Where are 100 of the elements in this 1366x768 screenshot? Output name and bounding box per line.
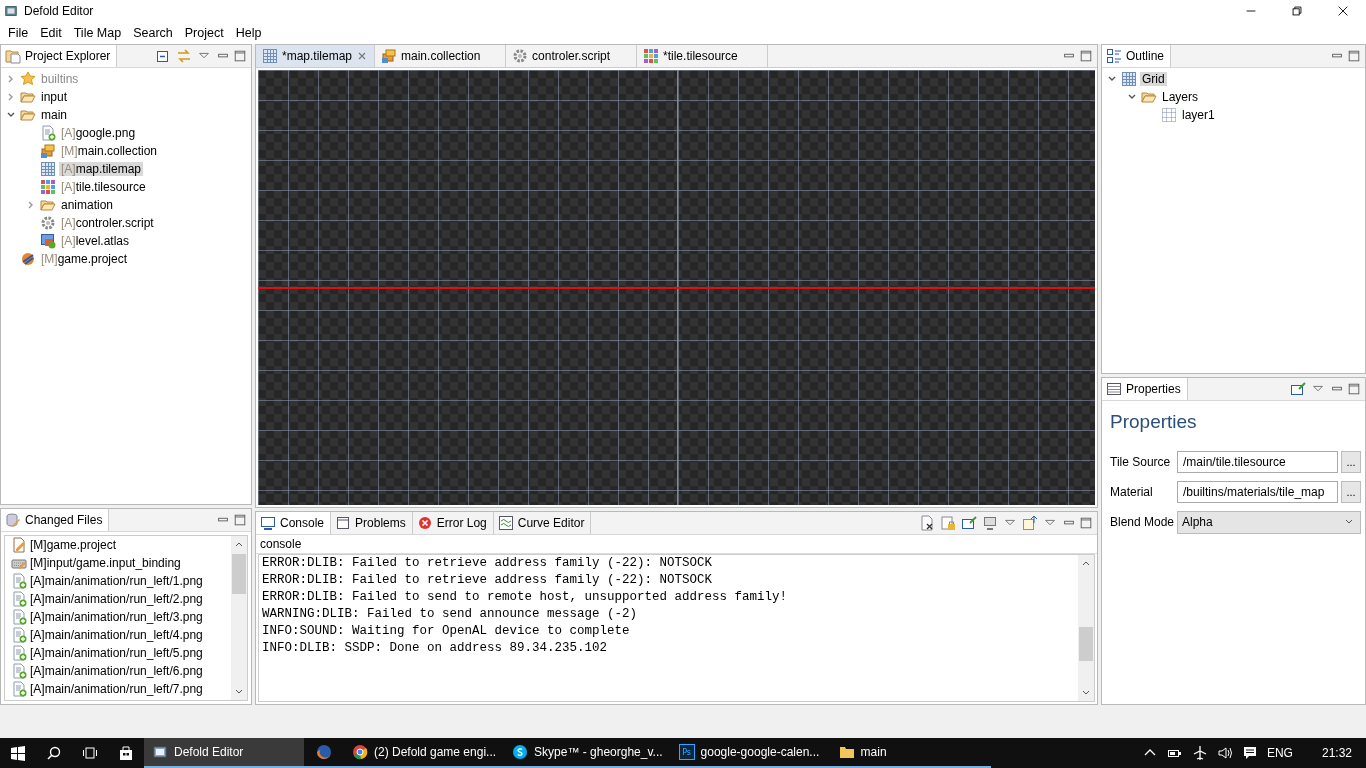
grid-icon — [1121, 71, 1137, 87]
gear-icon — [512, 48, 529, 64]
menu-item[interactable]: Project — [178, 26, 230, 40]
project-icon — [20, 251, 36, 267]
panel-tab[interactable]: Console — [256, 512, 332, 534]
tree-item[interactable]: [M]game.project — [39, 252, 130, 266]
field-label: Tile Source — [1110, 455, 1172, 469]
taskbar-app[interactable]: main — [830, 738, 991, 768]
file-icon — [11, 573, 27, 589]
file-icon — [11, 609, 27, 625]
tree-item[interactable]: [A]google.png — [59, 126, 138, 140]
language-indicator[interactable]: ENG — [1266, 746, 1293, 760]
tree-item[interactable]: [A]map.tilemap — [59, 162, 144, 176]
app-badge-icon: Ps — [678, 744, 695, 760]
changed-file[interactable]: [M]game.project — [30, 538, 117, 552]
panel-tab[interactable]: Properties — [1102, 378, 1188, 400]
tree-item[interactable]: [M]main.collection — [59, 144, 160, 158]
taskbar-app[interactable]: Skype™ - gheorghe_v... — [504, 738, 671, 768]
menu-item[interactable]: File — [2, 26, 35, 40]
scrollbar[interactable] — [1078, 555, 1094, 701]
windows-start-icon — [10, 745, 26, 761]
tree-item[interactable]: Layers — [1160, 90, 1201, 104]
tilemap-canvas[interactable] — [258, 70, 1095, 505]
restore-icon — [1290, 4, 1304, 18]
tree-item[interactable]: [A]level.atlas — [59, 234, 132, 248]
editor-tab[interactable]: *tile.tilesource — [637, 45, 769, 67]
taskbar-app[interactable]: (2) Defold game engi... — [344, 738, 505, 768]
clock[interactable]: 21:32 — [1321, 746, 1352, 760]
tree-item[interactable]: input — [39, 90, 70, 104]
taskbar-app[interactable]: Ps google-google-calen... — [670, 738, 831, 768]
tiles-icon — [40, 179, 56, 195]
pin-icon — [961, 515, 977, 531]
changed-file[interactable]: [A]main/animation/run_left/7.png — [30, 682, 203, 696]
field-label: Material — [1110, 485, 1154, 499]
error-icon — [416, 515, 433, 531]
scroll-thumb[interactable] — [232, 554, 246, 594]
monitor-icon — [260, 515, 276, 531]
panel-tab[interactable]: Changed Files — [1, 509, 110, 531]
edited-file-icon — [11, 537, 27, 553]
star-package-icon — [20, 71, 36, 87]
collapse-all-icon — [155, 48, 171, 64]
store-bag-icon — [118, 745, 134, 761]
console-line: ERROR:DLIB: Failed to retrieve address family (-22): NOTSOCK — [262, 573, 714, 589]
editor-tab[interactable]: controler.script — [506, 45, 638, 67]
grid-icon — [40, 161, 56, 177]
menu-item[interactable]: Edit — [34, 26, 68, 40]
notification-icon — [1241, 745, 1258, 761]
path-field[interactable]: /main/tile.tilesource — [1177, 451, 1338, 473]
changed-file[interactable]: [M]input/game.input_binding — [30, 556, 181, 570]
folder-icon — [838, 744, 855, 760]
editor-tab[interactable]: main.collection — [375, 45, 507, 67]
taskbar-app[interactable]: Defold Editor — [144, 738, 304, 768]
file-icon — [11, 645, 27, 661]
folder-icon — [1141, 89, 1157, 105]
tree-item[interactable]: [A]tile.tilesource — [59, 180, 148, 194]
changed-file[interactable]: [A]main/animation/run_left/3.png — [30, 610, 203, 624]
display-icon — [982, 515, 998, 531]
changed-file[interactable]: [A]main/animation/run_left/2.png — [30, 592, 203, 606]
browse-button[interactable]: ... — [1341, 481, 1361, 503]
path-field[interactable]: /builtins/materials/tile_map — [1177, 481, 1338, 503]
changed-file[interactable]: [A]main/animation/run_left/1.png — [30, 574, 203, 588]
tree-item[interactable]: main — [39, 108, 69, 122]
changed-file[interactable]: [A]main/animation/run_left/5.png — [30, 646, 203, 660]
outline-icon — [1106, 48, 1122, 64]
menu-item[interactable]: Help — [229, 26, 268, 40]
field-label: Blend Mode — [1110, 515, 1174, 529]
boxes-icon — [381, 48, 398, 64]
tree-item[interactable]: animation — [59, 198, 116, 212]
scroll-thumb[interactable] — [1079, 627, 1093, 661]
changed-file[interactable]: [A]main/animation/run_left/6.png — [30, 664, 203, 678]
changed-file[interactable]: [A]main/animation/run_left/4.png — [30, 628, 203, 642]
menu-item[interactable]: Search — [127, 26, 179, 40]
pin-icon — [1290, 381, 1306, 397]
lock-icon — [940, 515, 956, 531]
scrollbar[interactable] — [231, 536, 247, 700]
tree-item[interactable]: Grid — [1140, 72, 1167, 86]
maximize-icon — [233, 49, 247, 63]
panel-tab[interactable]: Outline — [1102, 45, 1172, 67]
editor-tab[interactable]: *map.tilemap — [256, 45, 376, 67]
speaker-icon — [1216, 745, 1233, 761]
search-icon — [46, 745, 62, 761]
menu-item[interactable]: Tile Map — [67, 26, 128, 40]
layer-grid-icon — [1161, 107, 1177, 123]
tree-item[interactable]: [A]controler.script — [59, 216, 156, 230]
folder-icon — [20, 107, 36, 123]
tiles-icon — [643, 48, 660, 64]
console-line: INFO:SOUND: Waiting for OpenAL device to complete — [262, 624, 631, 640]
browse-button[interactable]: ... — [1341, 451, 1361, 473]
open-console-icon — [1022, 515, 1038, 531]
maximize-icon — [1079, 516, 1093, 530]
dropdown[interactable]: Alpha — [1177, 510, 1361, 534]
maximize-icon — [1079, 49, 1093, 63]
boxes-icon — [40, 143, 56, 159]
task-view-icon — [82, 745, 98, 761]
file-icon — [11, 591, 27, 607]
panel-tab[interactable]: Project Explorer — [1, 45, 118, 67]
atlas-icon — [40, 233, 56, 249]
tree-item[interactable]: layer1 — [1180, 108, 1217, 122]
maximize-icon — [1347, 49, 1361, 63]
console-line: ERROR:DLIB: Failed to send to remote host, unsupported address family! — [262, 590, 789, 606]
